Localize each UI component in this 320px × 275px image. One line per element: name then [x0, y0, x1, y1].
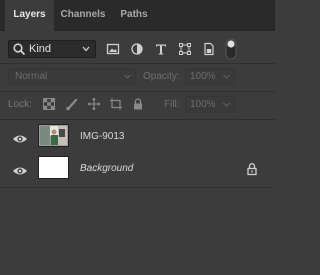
divider [0, 63, 275, 64]
panel-tab-bar: Layers Channels Paths [0, 0, 275, 31]
divider [0, 91, 275, 92]
layer-name[interactable]: Background [80, 163, 133, 174]
chevron-down-icon [223, 102, 230, 107]
lock-image-pixels-icon[interactable] [65, 97, 79, 111]
filter-toggle-switch[interactable] [225, 38, 237, 60]
filter-kind-select[interactable]: Kind [8, 40, 96, 58]
chevron-down-icon [82, 46, 90, 52]
lock-artboard-icon[interactable] [109, 97, 123, 111]
tab-paths[interactable]: Paths [113, 0, 155, 30]
fill-value: 100% [190, 99, 216, 110]
blend-mode-value: Normal [15, 71, 48, 82]
opacity-value: 100% [190, 71, 216, 82]
pixel-layer-filter-icon[interactable] [106, 42, 120, 56]
divider [0, 119, 275, 120]
layer-row[interactable]: Background [0, 155, 275, 187]
lock-label: Lock: [8, 99, 32, 110]
adjustment-layer-filter-icon[interactable] [130, 42, 144, 56]
layer-thumbnail [38, 124, 69, 147]
lock-icon [247, 163, 257, 176]
search-icon [13, 43, 26, 56]
divider [0, 187, 275, 188]
filter-kind-label: Kind [29, 43, 52, 55]
chevron-down-icon [124, 74, 131, 79]
opacity-label: Opacity: [143, 71, 180, 82]
lock-position-icon[interactable] [87, 97, 101, 111]
opacity-field[interactable]: 100% [185, 68, 235, 85]
type-layer-filter-icon[interactable] [154, 42, 168, 56]
blend-mode-select[interactable]: Normal [8, 68, 136, 85]
eye-icon[interactable] [12, 133, 28, 145]
lock-all-icon[interactable] [131, 97, 145, 111]
layer-thumbnail [38, 156, 69, 179]
layer-row[interactable]: IMG-9013 [0, 123, 275, 155]
tab-layers[interactable]: Layers [5, 0, 54, 31]
shape-layer-filter-icon[interactable] [178, 42, 192, 56]
layer-name[interactable]: IMG-9013 [80, 131, 124, 142]
tab-channels[interactable]: Channels [56, 0, 110, 30]
fill-label: Fill: [164, 99, 180, 110]
smart-object-filter-icon[interactable] [202, 42, 216, 56]
fill-field[interactable]: 100% [185, 96, 235, 113]
lock-transparent-pixels-icon[interactable] [42, 97, 56, 111]
chevron-down-icon [223, 74, 230, 79]
eye-icon[interactable] [12, 165, 28, 177]
